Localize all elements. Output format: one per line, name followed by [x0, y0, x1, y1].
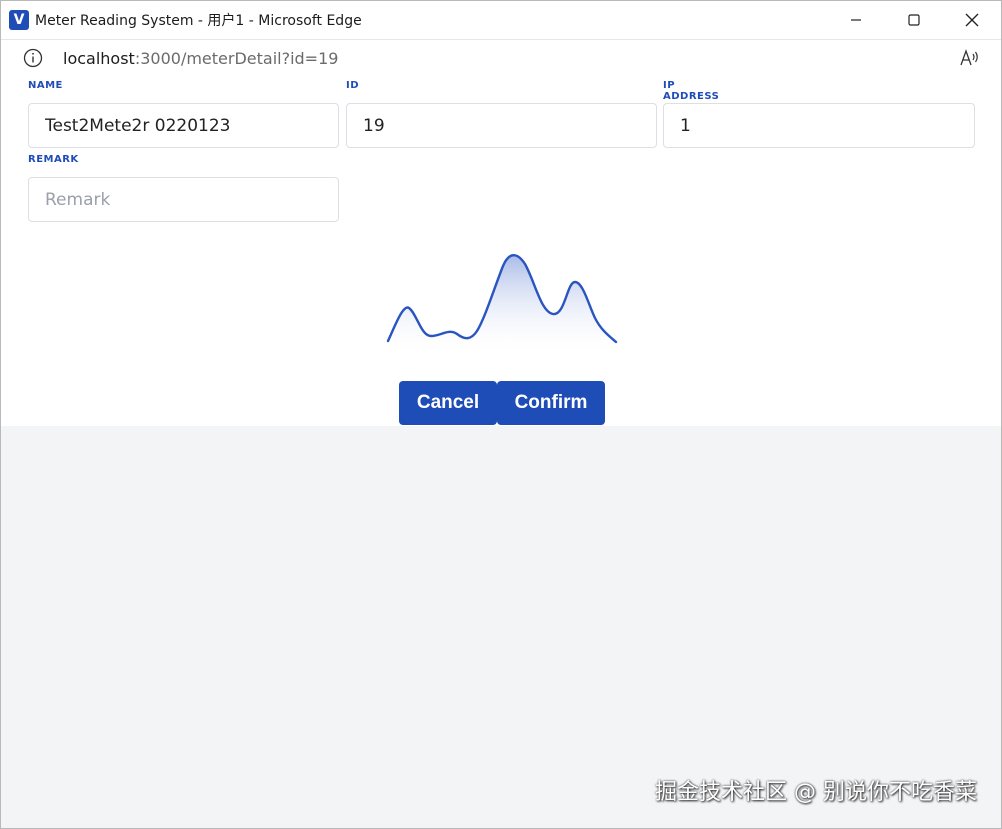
minimize-icon — [851, 19, 861, 21]
name-label: NAME — [28, 80, 63, 91]
action-buttons: Cancel Confirm — [399, 381, 605, 425]
id-label: ID — [346, 80, 360, 91]
minimize-button[interactable] — [827, 1, 885, 39]
ip-address-label: IP ADDRESS — [663, 80, 720, 102]
sparkline-illustration — [386, 254, 618, 356]
window-title: Meter Reading System - 用户1 - Microsoft E… — [35, 13, 362, 29]
maximize-button[interactable] — [885, 1, 943, 39]
url-host: localhost — [63, 48, 135, 68]
confirm-button[interactable]: Confirm — [497, 381, 605, 425]
window-controls — [827, 1, 1001, 39]
ip-address-input[interactable] — [663, 103, 975, 148]
close-icon — [965, 13, 979, 27]
remark-input[interactable] — [28, 177, 339, 222]
url-field[interactable]: localhost:3000/meterDetail?id=19 — [63, 49, 338, 68]
url-path: :3000/meterDetail?id=19 — [134, 48, 339, 68]
watermark: 掘金技术社区 @ 别说你不吃香菜 — [655, 780, 977, 805]
id-input[interactable] — [346, 103, 657, 148]
app-icon: V — [9, 10, 29, 30]
browser-window: V Meter Reading System - 用户1 - Microsoft… — [0, 0, 1002, 829]
cancel-button[interactable]: Cancel — [399, 381, 497, 425]
maximize-icon — [908, 14, 920, 26]
read-aloud-icon[interactable] — [959, 48, 981, 68]
info-icon[interactable] — [23, 48, 43, 68]
meter-detail-form: NAME ID IP ADDRESS REMARK — [1, 76, 1001, 426]
title-bar: V Meter Reading System - 用户1 - Microsoft… — [1, 1, 1001, 39]
close-button[interactable] — [943, 1, 1001, 39]
remark-label: REMARK — [28, 154, 79, 165]
address-bar: localhost:3000/meterDetail?id=19 — [1, 39, 1001, 77]
name-input[interactable] — [28, 103, 339, 148]
